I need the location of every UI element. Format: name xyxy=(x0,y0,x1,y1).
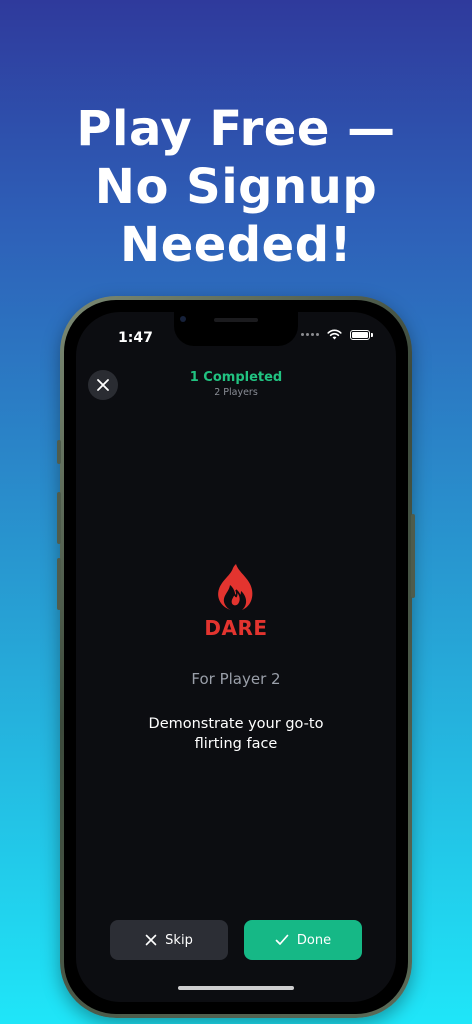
done-button[interactable]: Done xyxy=(244,920,362,960)
checkmark-icon xyxy=(275,934,289,945)
phone-silent-switch xyxy=(57,440,61,464)
close-icon xyxy=(145,934,157,946)
flame-icon xyxy=(218,564,253,610)
completed-count: 1 Completed xyxy=(189,370,283,385)
status-icons xyxy=(301,329,373,340)
status-time: 1:47 xyxy=(118,330,153,346)
phone-frame: 1:47 1 Completed 2 Players DARE For Play… xyxy=(57,296,415,1018)
card-player-label: For Player 2 xyxy=(191,670,281,688)
game-progress: 1 Completed 2 Players xyxy=(76,370,396,400)
speaker-grille xyxy=(214,318,258,322)
prompt-card: DARE For Player 2 Demonstrate your go-to… xyxy=(76,562,396,754)
battery-icon xyxy=(350,329,373,340)
wifi-icon xyxy=(327,329,342,340)
skip-button-label: Skip xyxy=(165,932,193,948)
headline-line-2: No Signup xyxy=(94,159,378,215)
phone-bezel: 1:47 1 Completed 2 Players DARE For Play… xyxy=(64,300,408,1014)
card-prompt-text: Demonstrate your go-to flirting face xyxy=(148,716,324,752)
action-buttons: Skip Done xyxy=(110,920,362,960)
phone-notch xyxy=(174,312,298,346)
promo-headline: Play Free — No Signup Needed! xyxy=(0,100,472,274)
card-type-label: DARE xyxy=(204,616,268,640)
cellular-dots-icon xyxy=(301,333,319,336)
headline-line-3: Needed! xyxy=(120,217,352,273)
phone-volume-up xyxy=(57,492,61,544)
phone-power-button xyxy=(411,514,415,598)
camera-dot xyxy=(180,316,186,322)
done-button-label: Done xyxy=(296,932,332,948)
app-screen: 1:47 1 Completed 2 Players DARE For Play… xyxy=(76,312,396,1002)
home-indicator[interactable] xyxy=(178,986,294,990)
skip-button[interactable]: Skip xyxy=(110,920,228,960)
player-count: 2 Players xyxy=(214,387,258,398)
phone-volume-down xyxy=(57,558,61,610)
headline-line-1: Play Free — xyxy=(76,101,396,157)
